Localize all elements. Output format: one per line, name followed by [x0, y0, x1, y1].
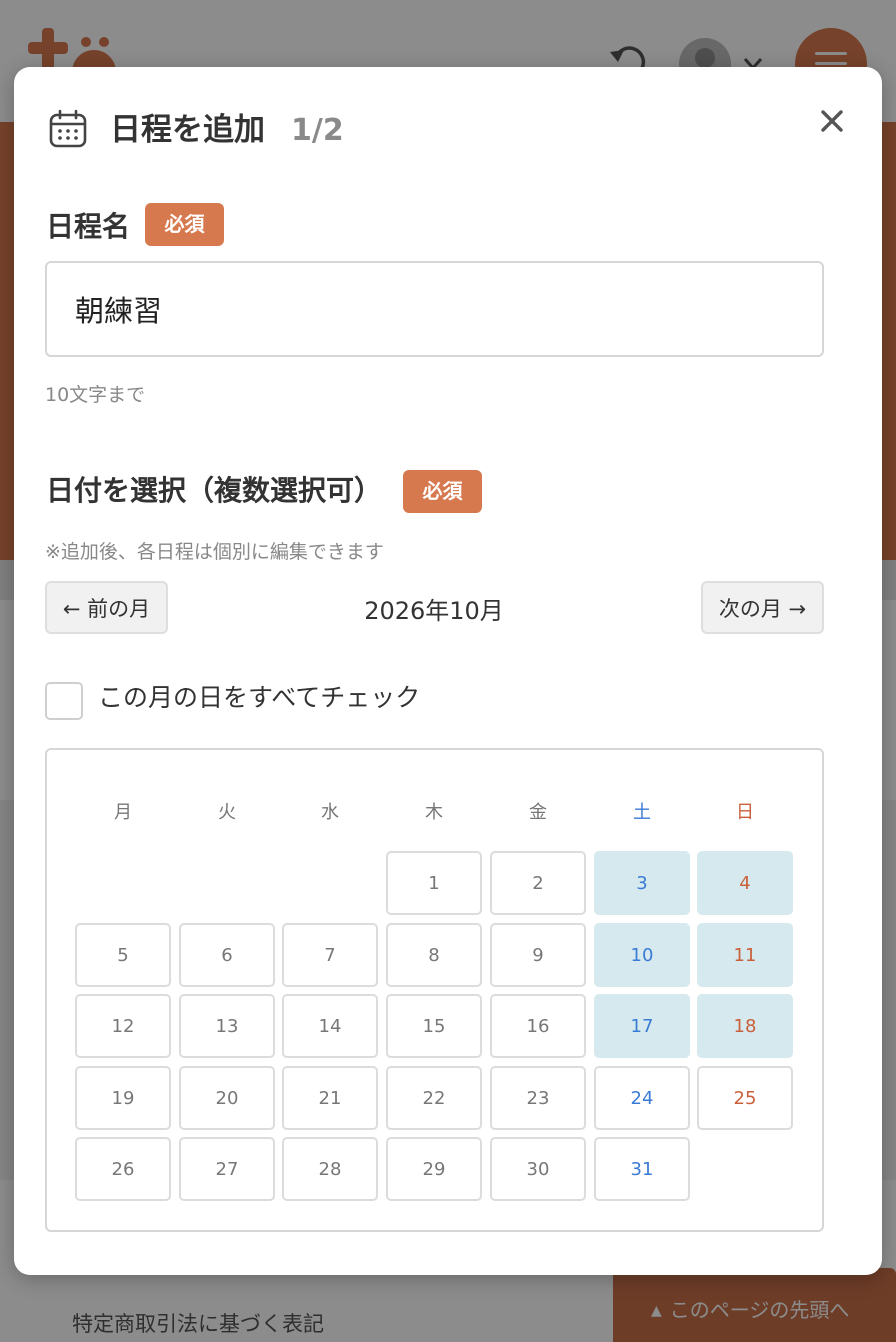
calendar-day-27[interactable]: 27 [179, 1137, 275, 1201]
schedule-name-label: 日程名 [46, 210, 131, 243]
calendar-day-21[interactable]: 21 [282, 1066, 378, 1130]
calendar-icon [49, 109, 87, 148]
modal-title-text: 日程を追加 [110, 112, 265, 148]
calendar-day-1[interactable]: 1 [386, 851, 482, 915]
calendar-day-3[interactable]: 3 [594, 851, 690, 915]
required-badge: 必須 [145, 203, 224, 246]
calendar-day-5[interactable]: 5 [75, 923, 171, 987]
weekday-header-wed: 水 [321, 802, 339, 823]
date-select-note: ※追加後、各日程は個別に編集できます [45, 541, 384, 563]
next-month-button[interactable]: 次の月 → [701, 581, 824, 634]
schedule-name-input[interactable] [45, 261, 824, 357]
close-icon [821, 110, 843, 132]
calendar-day-23[interactable]: 23 [490, 1066, 586, 1130]
weekday-header-mon: 月 [114, 802, 132, 823]
calendar-day-11[interactable]: 11 [697, 923, 793, 987]
calendar-day-9[interactable]: 9 [490, 923, 586, 987]
calendar-day-12[interactable]: 12 [75, 994, 171, 1058]
calendar-day-2[interactable]: 2 [490, 851, 586, 915]
calendar-day-18[interactable]: 18 [697, 994, 793, 1058]
calendar-day-14[interactable]: 14 [282, 994, 378, 1058]
calendar-day-19[interactable]: 19 [75, 1066, 171, 1130]
calendar-day-6[interactable]: 6 [179, 923, 275, 987]
weekday-header-fri: 金 [529, 802, 547, 823]
month-title: 2026年10月 [364, 597, 504, 625]
calendar-day-20[interactable]: 20 [179, 1066, 275, 1130]
weekday-header-sat: 土 [633, 802, 651, 823]
calendar-day-25[interactable]: 25 [697, 1066, 793, 1130]
calendar-day-30[interactable]: 30 [490, 1137, 586, 1201]
calendar-day-16[interactable]: 16 [490, 994, 586, 1058]
calendar-day-28[interactable]: 28 [282, 1137, 378, 1201]
calendar-day-4[interactable]: 4 [697, 851, 793, 915]
add-schedule-modal: 日程を追加 1/2 日程名 必須 10文字まで 日付を選択（複数選択可） 必須 ※… [14, 67, 882, 1275]
calendar-day-26[interactable]: 26 [75, 1137, 171, 1201]
weekday-header-sun: 日 [736, 802, 754, 823]
prev-month-button[interactable]: ← 前の月 [45, 581, 168, 634]
date-select-label: 日付を選択（複数選択可） [46, 474, 383, 507]
calendar-day-8[interactable]: 8 [386, 923, 482, 987]
calendar-day-31[interactable]: 31 [594, 1137, 690, 1201]
calendar-day-22[interactable]: 22 [386, 1066, 482, 1130]
calendar-day-17[interactable]: 17 [594, 994, 690, 1058]
check-all-checkbox[interactable] [45, 682, 83, 720]
schedule-name-hint: 10文字まで [45, 384, 146, 406]
modal-title: 日程を追加 1/2 [110, 110, 344, 151]
calendar-day-7[interactable]: 7 [282, 923, 378, 987]
required-badge: 必須 [403, 470, 482, 513]
calendar-day-15[interactable]: 15 [386, 994, 482, 1058]
calendar-day-13[interactable]: 13 [179, 994, 275, 1058]
calendar-day-10[interactable]: 10 [594, 923, 690, 987]
close-button[interactable] [810, 99, 854, 143]
weekday-header-tue: 火 [218, 802, 236, 823]
calendar-day-24[interactable]: 24 [594, 1066, 690, 1130]
step-indicator: 1/2 [291, 113, 344, 148]
weekday-header-thu: 木 [425, 802, 443, 823]
calendar-day-29[interactable]: 29 [386, 1137, 482, 1201]
check-all-label[interactable]: この月の日をすべてチェック [98, 680, 420, 716]
